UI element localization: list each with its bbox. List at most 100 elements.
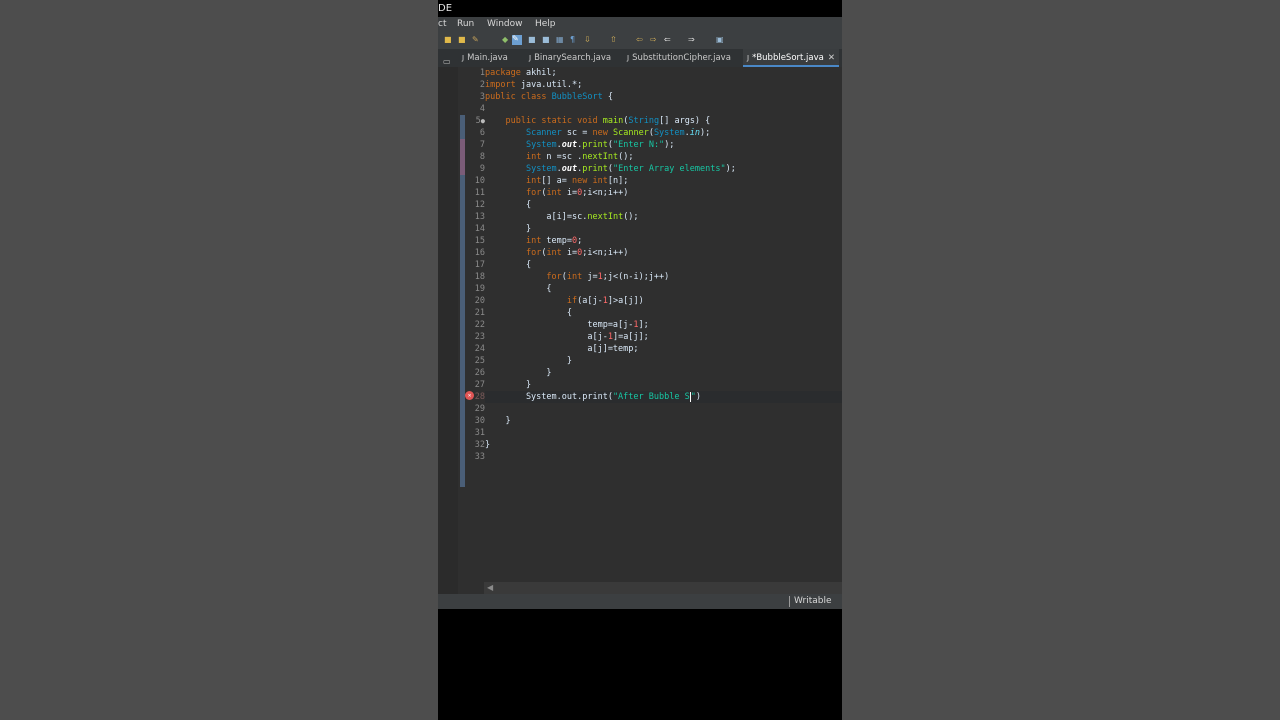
code-line: import java.util.*; — [485, 80, 583, 90]
code-line: } — [485, 380, 532, 390]
tab-substitutioncipher-java[interactable]: J SubstitutionCipher.java — [627, 49, 731, 67]
code-editor[interactable]: 1 2 3 4 5● 6 7 8 9 10 11 12 13 14 15 16 … — [458, 67, 842, 594]
code-line: Scanner sc = new Scanner(System.in); — [525, 128, 711, 138]
tab-label: *BubbleSort.java — [752, 53, 824, 63]
pin-editor-icon[interactable]: ▣ — [716, 36, 724, 44]
annotation-prev-icon[interactable]: ⇧ — [610, 36, 618, 44]
show-whitespace-icon[interactable]: ▦ — [556, 36, 564, 44]
pilcrow-icon[interactable]: ¶ — [570, 36, 578, 44]
code-line: package akhil; — [485, 68, 557, 78]
link-icon[interactable]: ◆ — [502, 36, 510, 44]
code-line: a[j]=temp; — [485, 344, 639, 354]
line-number: 10 — [474, 176, 485, 186]
tab-binarysearch-java[interactable]: J BinarySearch.java — [529, 49, 611, 67]
code-line: for(int i=0;i<n;i++) — [525, 188, 629, 198]
tab-label: BinarySearch.java — [534, 53, 612, 63]
code-line: public static void main(String[] args) { — [505, 116, 711, 126]
code-line: { — [485, 308, 572, 318]
line-number: 27 — [474, 380, 485, 390]
code-line: } — [485, 440, 491, 450]
tab-label: Main.java — [467, 53, 508, 63]
line-number: 25 — [474, 356, 485, 366]
line-number: 13 — [474, 212, 485, 222]
line-number: 11 — [474, 188, 485, 198]
line-number: 31 — [474, 428, 485, 438]
annotation-next-icon[interactable]: ⇩ — [584, 36, 592, 44]
video-background-right — [842, 0, 1280, 720]
line-number: 22 — [474, 320, 485, 330]
line-number: 24 — [474, 344, 485, 354]
java-file-icon: J — [529, 54, 532, 62]
line-number: 1 — [479, 68, 485, 78]
code-line: a[i]=sc.nextInt(); — [485, 212, 639, 222]
code-line: if(a[j-1]>a[j]) — [566, 296, 644, 306]
line-number-gutter: 1 2 3 4 5● 6 7 8 9 10 11 12 13 14 15 16 … — [465, 67, 485, 594]
menu-run[interactable]: Run — [457, 17, 474, 32]
video-background-left — [0, 0, 438, 720]
code-line: } — [485, 224, 532, 234]
scroll-left-icon[interactable]: ◀ — [487, 582, 493, 594]
code-line: } — [485, 368, 552, 378]
line-number: 18 — [474, 272, 485, 282]
code-line: { — [485, 284, 552, 294]
mark-occurrences-icon[interactable]: ✎ — [512, 35, 522, 45]
line-number: 2 — [479, 80, 485, 90]
code-line: int[] a= new int[n]; — [525, 176, 629, 186]
forward-icon[interactable]: ⇒ — [688, 36, 696, 44]
writable-status: Writable — [794, 596, 832, 606]
line-number: 6 — [479, 128, 485, 138]
line-number: 26 — [474, 368, 485, 378]
line-number: 20 — [474, 296, 485, 306]
line-number: 9 — [479, 164, 485, 174]
line-number-error: ✕ 28 — [465, 391, 485, 403]
forward-edit-icon[interactable]: ⇨ — [650, 36, 658, 44]
line-number: 3 — [479, 92, 485, 102]
status-separator — [789, 596, 790, 607]
code-line: } — [485, 356, 572, 366]
line-number: 23 — [474, 332, 485, 342]
window-title: DE — [438, 0, 842, 17]
code-line: public class BubbleSort { — [485, 92, 613, 102]
brush-icon[interactable]: ✎ — [472, 36, 480, 44]
last-edit-icon[interactable]: ⇦ — [636, 36, 644, 44]
line-number: 21 — [474, 308, 485, 318]
line-number: 30 — [474, 416, 485, 426]
line-number: 16 — [474, 248, 485, 258]
back-icon[interactable]: ⇐ — [664, 36, 672, 44]
tab-main-java[interactable]: J Main.java — [462, 49, 508, 67]
menu-help[interactable]: Help — [535, 17, 556, 32]
open-folder-icon[interactable]: ■ — [444, 36, 452, 44]
change-ruler — [458, 67, 465, 594]
line-number: 19 — [474, 284, 485, 294]
editor-tabs: J Main.java J BinarySearch.java J Substitut… — [438, 49, 842, 68]
menu-bar: ct Run Window Help — [438, 17, 842, 32]
menu-project[interactable]: ct — [438, 17, 446, 32]
horizontal-scrollbar[interactable]: ◀ — [484, 582, 842, 594]
line-number: 4 — [479, 104, 485, 114]
close-icon[interactable]: ✕ — [828, 53, 835, 63]
line-number: 8 — [479, 152, 485, 162]
code-line-current: System.out.print("After Bubble S") — [485, 391, 701, 402]
java-file-icon: J — [627, 54, 630, 62]
block-selection-icon[interactable]: ■ — [542, 36, 550, 44]
error-icon[interactable]: ✕ — [465, 391, 474, 400]
code-text-area[interactable]: package akhil; import java.util.*; publi… — [485, 67, 842, 587]
code-line: int n =sc .nextInt(); — [525, 152, 634, 162]
line-number: 15 — [474, 236, 485, 246]
code-line: System.out.print("Enter N:"); — [525, 140, 675, 150]
ide-window: DE ct Run Window Help ■ ■ ✎ ◆ ✎ ■ ■ ▦ ¶ … — [438, 0, 842, 720]
side-panel-strip: ▭ — [438, 57, 459, 594]
minimize-icon[interactable]: ▭ — [443, 57, 451, 66]
code-line: { — [485, 200, 532, 210]
line-number: 17 — [474, 260, 485, 270]
code-line: { — [485, 260, 532, 270]
tab-label: SubstitutionCipher.java — [632, 53, 731, 63]
menu-window[interactable]: Window — [487, 17, 523, 32]
tab-bubblesort-java[interactable]: J *BubbleSort.java ✕ — [743, 49, 839, 67]
new-package-icon[interactable]: ■ — [458, 36, 466, 44]
doc-icon[interactable]: ■ — [528, 36, 536, 44]
code-line: } — [485, 416, 511, 426]
code-line: System.out.print("Enter Array elements")… — [525, 164, 736, 174]
toolbar: ■ ■ ✎ ◆ ✎ ■ ■ ▦ ¶ ⇩ ⇧ ⇦ ⇨ ⇐ ⇒ ▣ — [438, 32, 842, 49]
line-number: 32 — [474, 440, 485, 450]
